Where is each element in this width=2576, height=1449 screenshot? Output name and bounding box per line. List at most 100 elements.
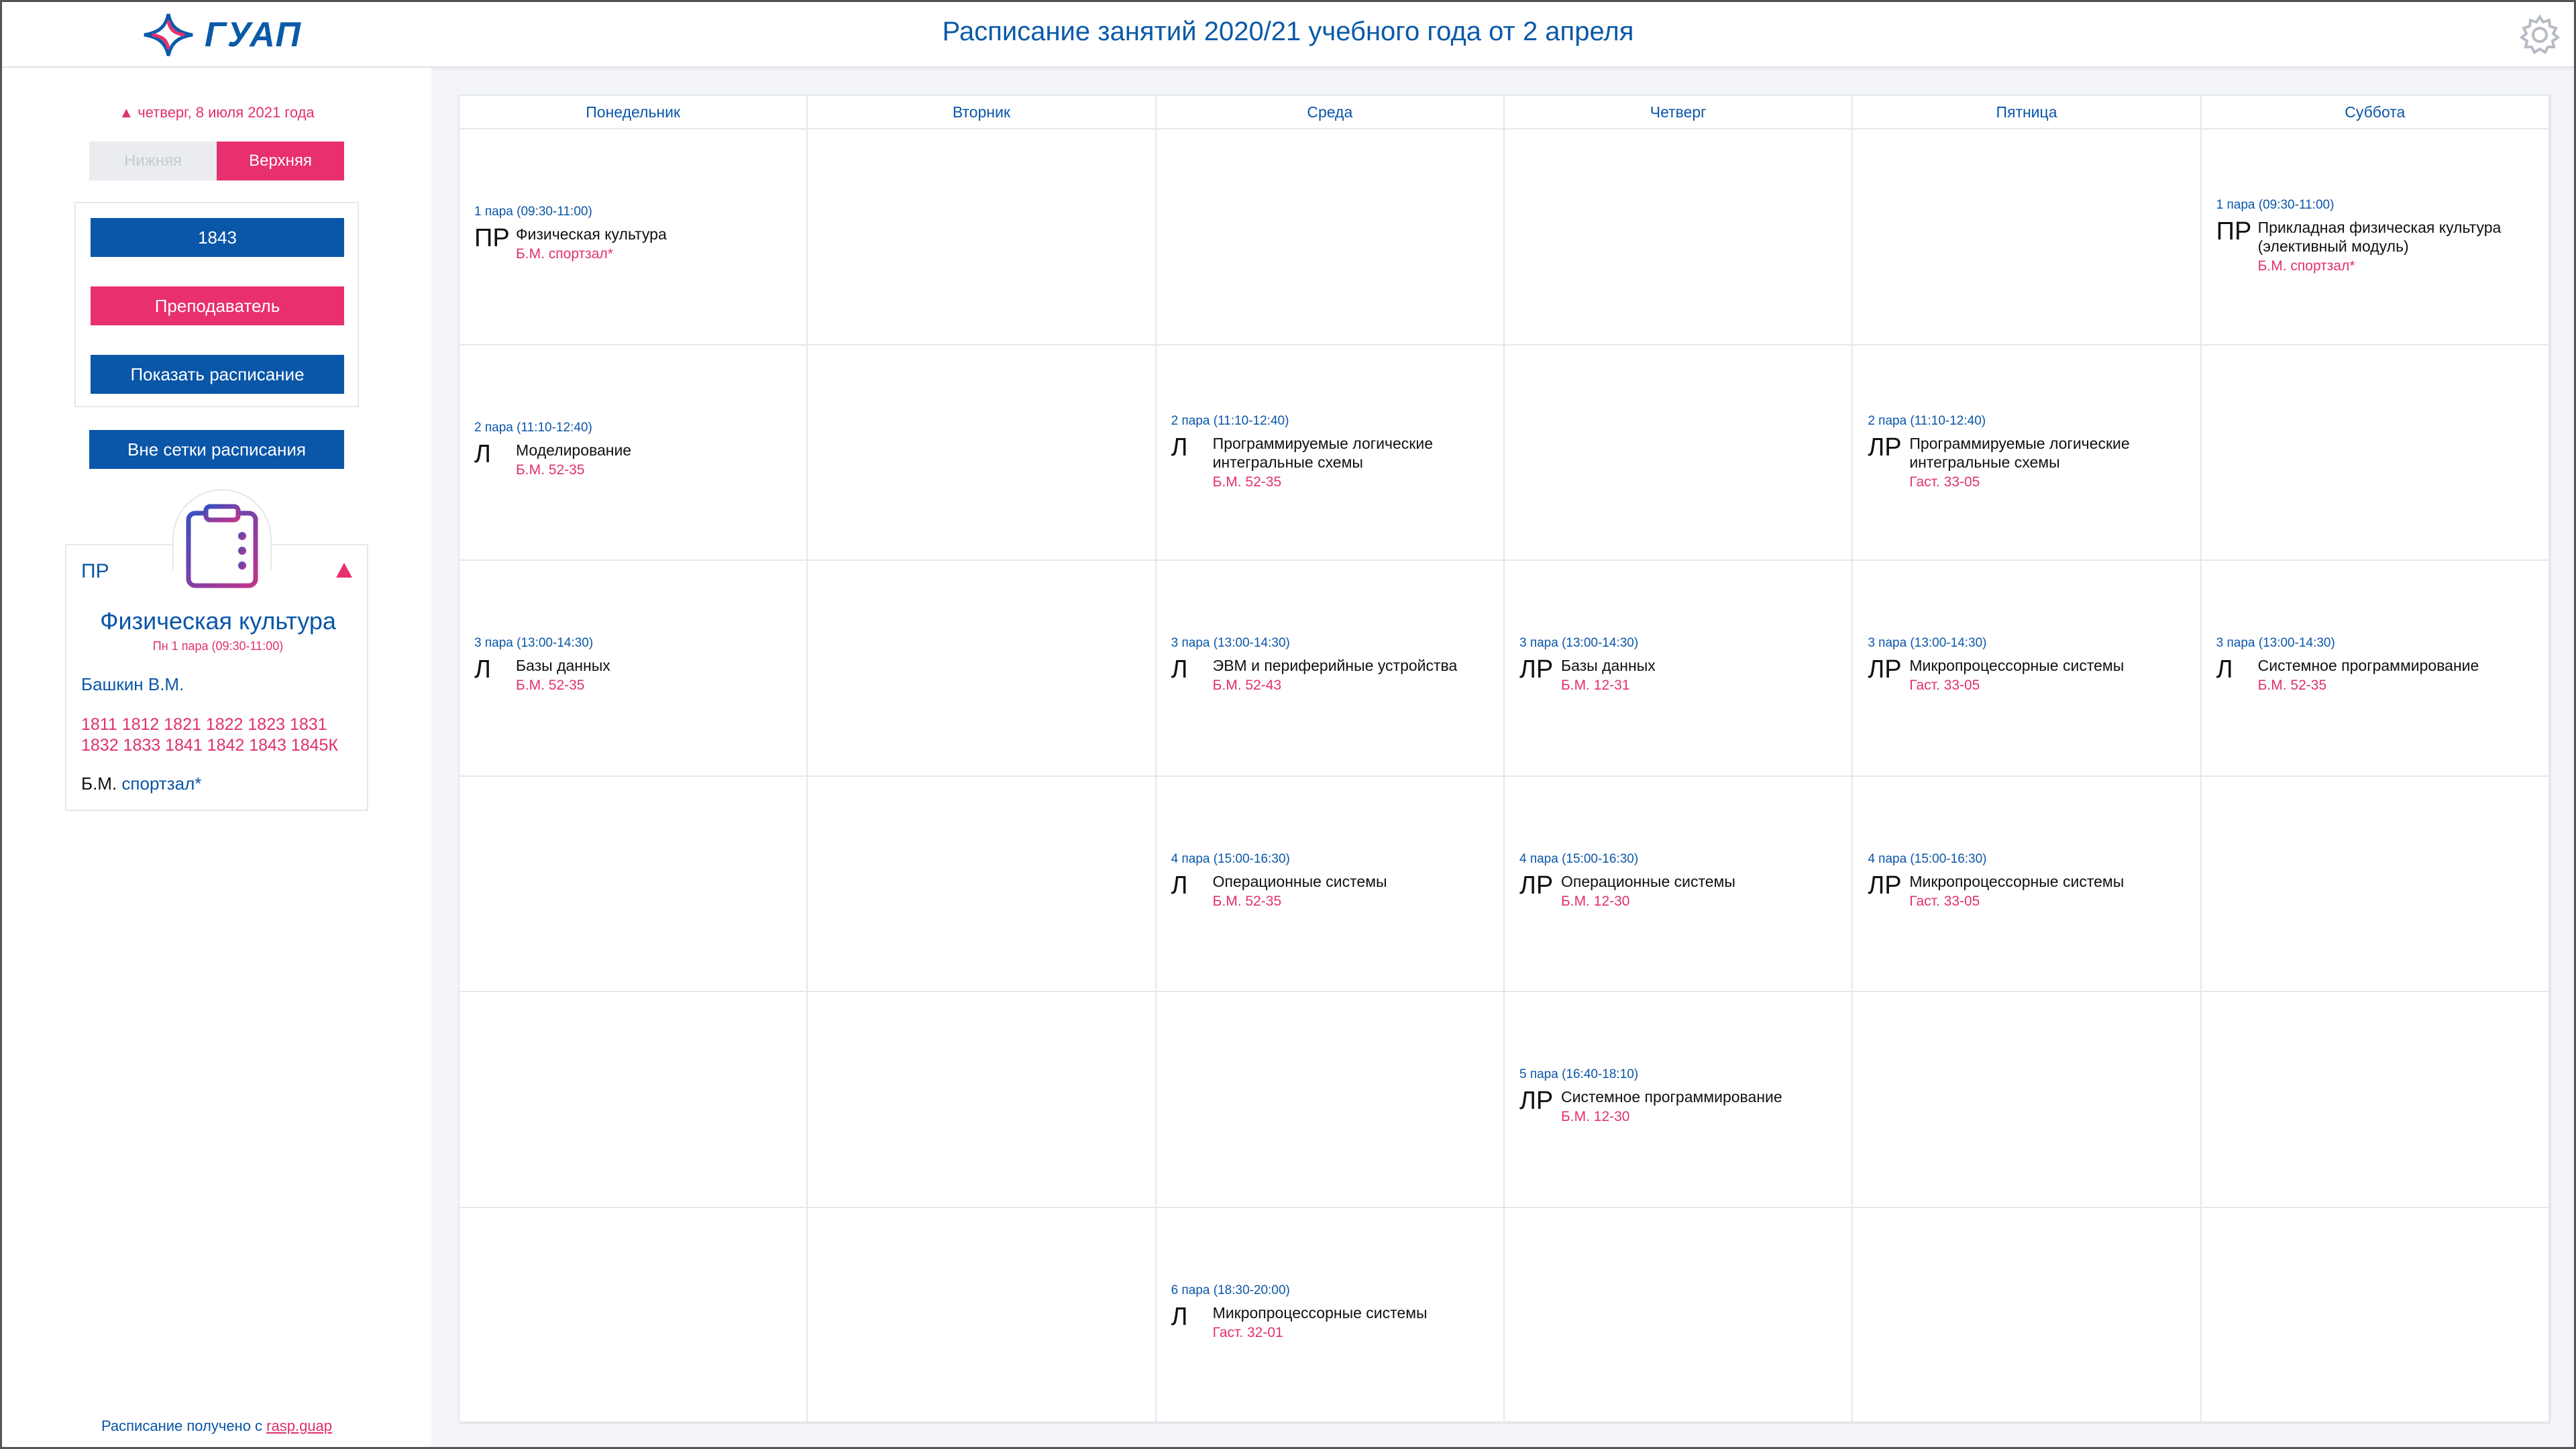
- lesson-item[interactable]: 6 пара (18:30-20:00) Л Микропроцессорные с…: [1171, 1283, 1468, 1341]
- lesson-subject: Операционные системы: [1560, 872, 1735, 890]
- lesson-room[interactable]: Гаст. 32-01: [1213, 1325, 1468, 1341]
- current-date[interactable]: ▲ четверг, 8 июля 2021 года: [2, 104, 431, 121]
- lesson-subject: Базы данных: [516, 657, 610, 675]
- lesson-item[interactable]: 2 пара (11:10-12:40) ЛР Программируемые ло…: [1868, 414, 2164, 490]
- lesson-body: Л Микропроцессорные системы Гаст. 32-01: [1171, 1301, 1468, 1341]
- footer-text: Расписание получено с: [101, 1417, 267, 1434]
- lesson-info: Моделирование Б.М. 52-35: [516, 438, 771, 478]
- lesson-info: ЭВМ и периферийные устройства Б.М. 52-43: [1213, 653, 1468, 694]
- schedule-grid: Понедельник 1 пара (09:30-11:00) ПР Физичес…: [458, 95, 2551, 1424]
- lesson-item[interactable]: 4 пара (15:00-16:30) Л Операционные систем…: [1171, 852, 1468, 910]
- lesson-room[interactable]: Б.М. 52-35: [1213, 474, 1468, 490]
- lesson-item[interactable]: 4 пара (15:00-16:30) ЛР Операционные систе…: [1519, 852, 1816, 910]
- lesson-type: Л: [474, 655, 491, 684]
- lesson-room[interactable]: Б.М. 52-43: [1213, 678, 1468, 694]
- lesson-item[interactable]: 1 пара (09:30-11:00) ПР Прикладная физичес…: [2216, 198, 2513, 274]
- app-frame: ГУАП Расписание занятий 2020/21 учебного…: [0, 0, 2576, 1449]
- lesson-item[interactable]: 4 пара (15:00-16:30) ЛР Микропроцессорные …: [1868, 852, 2164, 910]
- schedule-cell: [2201, 992, 2550, 1208]
- lesson-item[interactable]: 3 пара (13:00-14:30) ЛР Базы данных Б.М. 12…: [1519, 636, 1816, 694]
- schedule-cell: 2 пара (11:10-12:40) Л Программируемые лог…: [1156, 345, 1505, 561]
- schedule-cell: [1853, 1208, 2202, 1424]
- day-header: Понедельник: [460, 96, 808, 129]
- schedule-cell: [460, 992, 808, 1208]
- lesson-info: Базы данных Б.М. 12-31: [1561, 653, 1816, 694]
- show-schedule-button[interactable]: Показать расписание: [91, 355, 344, 394]
- lesson-subject: Физическая культура: [516, 225, 667, 243]
- day-header: Четверг: [1504, 96, 1854, 129]
- lesson-room[interactable]: Б.М. 12-30: [1561, 894, 1816, 910]
- schedule-cell: 2 пара (11:10-12:40) ЛР Программируемые ло…: [1853, 345, 2202, 561]
- schedule-cell: [1156, 129, 1505, 345]
- week-toggle: Нижняя Верхняя: [89, 142, 344, 180]
- lesson-room[interactable]: Гаст. 33-05: [1909, 678, 2164, 694]
- schedule-cell: [1156, 992, 1505, 1208]
- detail-teacher[interactable]: Башкин В.М.: [81, 674, 184, 695]
- lesson-info: Операционные системы Б.М. 52-35: [1213, 869, 1468, 910]
- group-select[interactable]: 1843: [91, 218, 344, 257]
- lesson-type: ЛР: [1868, 655, 1902, 684]
- lesson-item[interactable]: 2 пара (11:10-12:40) Л Программируемые лог…: [1171, 414, 1468, 490]
- lesson-room[interactable]: Б.М. спортзал*: [2258, 258, 2513, 274]
- lesson-room[interactable]: Б.М. 52-35: [1213, 894, 1468, 910]
- collapse-arrow-icon[interactable]: [336, 563, 352, 578]
- lesson-time: 3 пара (13:00-14:30): [1519, 636, 1639, 651]
- lesson-subject: Базы данных: [1560, 657, 1656, 675]
- lesson-info: Физическая культура Б.М. спортзал*: [516, 222, 771, 262]
- lesson-info: Системное программирование Б.М. 52-35: [2258, 653, 2513, 694]
- detail-room-number[interactable]: спортзал*: [121, 773, 201, 794]
- lesson-item[interactable]: 1 пара (09:30-11:00) ПР Физическая культур…: [474, 205, 771, 262]
- day-header: Суббота: [2201, 96, 2550, 129]
- lesson-room[interactable]: Гаст. 33-05: [1909, 474, 2164, 490]
- lesson-room[interactable]: Б.М. спортзал*: [516, 246, 771, 262]
- lesson-item[interactable]: 3 пара (13:00-14:30) Л ЭВМ и периферийные …: [1171, 636, 1468, 694]
- lesson-room[interactable]: Гаст. 33-05: [1909, 894, 2164, 910]
- schedule-cell: [2201, 776, 2550, 993]
- lesson-info: Базы данных Б.М. 52-35: [516, 653, 771, 694]
- lesson-time: 1 пара (09:30-11:00): [474, 205, 592, 219]
- lesson-subject: Моделирование: [516, 441, 632, 459]
- lesson-time: 5 пара (16:40-18:10): [1519, 1067, 1639, 1082]
- lesson-body: Л Программируемые логические интегральные…: [1171, 431, 1468, 490]
- gear-icon[interactable]: [2519, 14, 2561, 56]
- lesson-subject: Микропроцессорные системы: [1212, 1304, 1428, 1322]
- lesson-body: Л Моделирование Б.М. 52-35: [474, 438, 771, 478]
- lesson-time: 2 пара (11:10-12:40): [1868, 413, 1986, 428]
- week-lower-button[interactable]: Нижняя: [89, 142, 217, 180]
- page-title: Расписание занятий 2020/21 учебного года…: [942, 17, 1634, 46]
- lesson-room[interactable]: Б.М. 52-35: [2258, 678, 2513, 694]
- lesson-time: 3 пара (13:00-14:30): [1171, 636, 1290, 651]
- schedule-cell: [1504, 1208, 1854, 1424]
- schedule-cell: 2 пара (11:10-12:40) Л Моделирование Б.М. 5…: [460, 345, 808, 561]
- teacher-button[interactable]: Преподаватель: [91, 286, 344, 325]
- source-link[interactable]: rasp.guap: [266, 1417, 332, 1434]
- lesson-body: ПР Физическая культура Б.М. спортзал*: [474, 222, 771, 262]
- lesson-type: ЛР: [1868, 871, 1902, 900]
- lesson-subject: Системное программирование: [2257, 657, 2479, 675]
- lesson-type: Л: [2216, 655, 2233, 684]
- lesson-item[interactable]: 3 пара (13:00-14:30) ЛР Микропроцессорные …: [1868, 636, 2164, 694]
- lesson-type: ЛР: [1519, 871, 1554, 900]
- detail-groups[interactable]: 1811 1812 1821 1822 1823 1831 1832 1833 …: [81, 714, 363, 756]
- lesson-room[interactable]: Б.М. 12-31: [1561, 678, 1816, 694]
- lesson-room[interactable]: Б.М. 52-35: [516, 462, 771, 478]
- lesson-room[interactable]: Б.М. 12-30: [1561, 1109, 1816, 1125]
- lesson-time: 1 пара (09:30-11:00): [2216, 198, 2334, 212]
- lesson-room[interactable]: Б.М. 52-35: [516, 678, 771, 694]
- lesson-item[interactable]: 3 пара (13:00-14:30) Л Системное программи…: [2216, 636, 2513, 694]
- lesson-item[interactable]: 5 пара (16:40-18:10) ЛР Системное программ…: [1519, 1067, 1816, 1125]
- lesson-info: Прикладная физическая культура (элективн…: [2258, 215, 2513, 274]
- lesson-body: Л Системное программирование Б.М. 52-35: [2216, 653, 2513, 694]
- lesson-item[interactable]: 2 пара (11:10-12:40) Л Моделирование Б.М. 5…: [474, 421, 771, 478]
- lesson-info: Микропроцессорные системы Гаст. 33-05: [1909, 869, 2164, 910]
- week-upper-button[interactable]: Верхняя: [217, 142, 344, 180]
- schedule-cell: [2201, 345, 2550, 561]
- lesson-body: Л ЭВМ и периферийные устройства Б.М. 52-43: [1171, 653, 1468, 694]
- lesson-info: Микропроцессорные системы Гаст. 32-01: [1213, 1301, 1468, 1341]
- lesson-subject: Операционные системы: [1212, 872, 1387, 890]
- lesson-subject: ЭВМ и периферийные устройства: [1212, 657, 1458, 675]
- lesson-item[interactable]: 3 пара (13:00-14:30) Л Базы данных Б.М. 52-…: [474, 636, 771, 694]
- lesson-body: ЛР Операционные системы Б.М. 12-30: [1519, 869, 1816, 910]
- detail-subject: Физическая культура: [100, 607, 336, 635]
- outside-grid-button[interactable]: Вне сетки расписания: [89, 430, 344, 469]
